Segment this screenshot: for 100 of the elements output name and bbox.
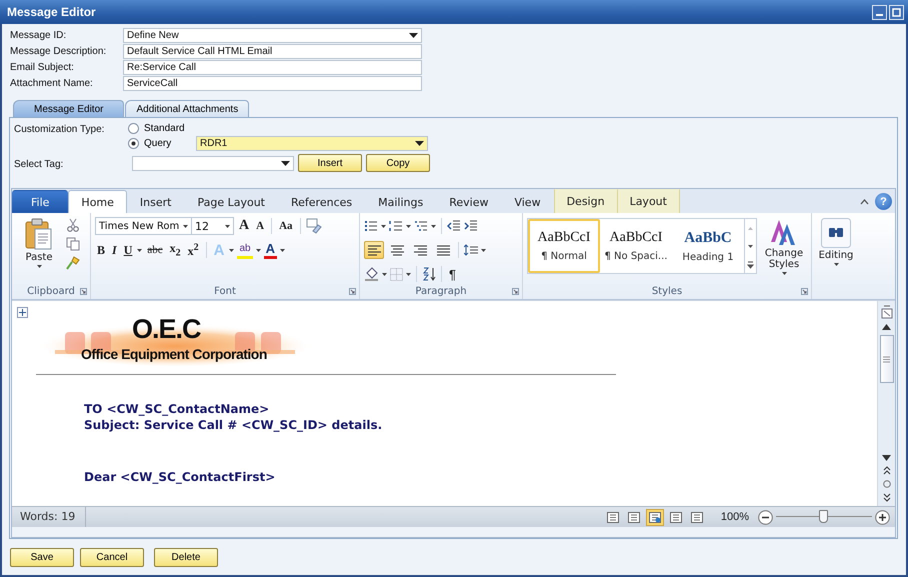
caret-icon — [406, 272, 411, 276]
action-button[interactable]: Insert — [298, 154, 362, 172]
zoom-out-icon[interactable] — [758, 510, 773, 524]
ribbon-tab[interactable]: Review — [436, 190, 502, 213]
radio-button[interactable]: Standard — [128, 123, 196, 134]
action-button[interactable]: Cancel — [80, 548, 144, 566]
dropdown-field[interactable]: Define New — [123, 28, 422, 43]
ribbon-tab[interactable]: Insert — [126, 190, 184, 213]
font-name-combobox[interactable]: Times New Rom — [95, 217, 192, 235]
scroll-thumb[interactable] — [880, 335, 894, 383]
numbering-icon[interactable] — [389, 220, 403, 232]
page-view-icon — [606, 512, 619, 522]
copy-icon[interactable] — [66, 237, 80, 251]
field-label: Message ID: — [10, 30, 68, 41]
underline-button[interactable]: U — [122, 241, 134, 259]
action-button[interactable]: Copy — [366, 154, 430, 172]
bullets-icon[interactable] — [364, 220, 378, 232]
ribbon-tab[interactable]: Layout — [618, 189, 680, 213]
scroll-up-icon[interactable] — [882, 324, 891, 330]
ribbon-tab[interactable]: Mailings — [365, 190, 436, 213]
web-layout-button[interactable] — [646, 508, 664, 526]
tab[interactable]: Additional Attachments — [125, 100, 250, 117]
window-title: Message Editor — [7, 5, 96, 19]
scissors-icon[interactable] — [66, 218, 80, 232]
close-button[interactable] — [889, 4, 904, 20]
caret-icon — [782, 272, 786, 275]
dialog-launcher-icon[interactable] — [512, 288, 519, 295]
action-button[interactable]: Save — [10, 548, 74, 566]
ribbon-tab[interactable]: Home — [68, 190, 127, 213]
alignment-icon — [390, 244, 404, 256]
previous-page-icon[interactable] — [882, 466, 890, 475]
field-label: Select Tag: — [13, 158, 64, 170]
group-label: Paragraph — [415, 286, 467, 297]
page-view-icon — [648, 512, 661, 522]
collapse-icon[interactable] — [860, 198, 869, 204]
caret-icon — [381, 224, 386, 228]
superscript-button[interactable]: x$^{2}$ — [186, 241, 201, 259]
radio-icon — [128, 123, 139, 134]
dialog-launcher-icon[interactable] — [80, 288, 87, 295]
increase-indent-icon[interactable] — [464, 220, 478, 232]
document-text: Subject: Service Call # <CW_SC_ID> details. — [84, 417, 384, 433]
paste-button[interactable]: Paste — [16, 216, 62, 284]
caret-icon — [137, 248, 142, 252]
align-left-button[interactable] — [364, 241, 384, 259]
action-button[interactable]: Delete — [154, 548, 218, 566]
shrink-font-button[interactable]: A — [254, 217, 266, 235]
multilevel-list-icon[interactable] — [414, 220, 428, 232]
sort-icon[interactable] — [422, 267, 436, 281]
caret-icon — [382, 272, 387, 276]
dropdown-field[interactable] — [132, 156, 294, 170]
dialog-launcher-icon[interactable] — [801, 288, 808, 295]
text-field[interactable]: Re:Service Call — [123, 60, 422, 75]
bold-button[interactable]: B — [95, 241, 108, 259]
next-page-icon[interactable] — [882, 493, 890, 502]
caret-icon — [183, 224, 188, 228]
eraser-icon[interactable] — [306, 218, 322, 234]
minimize-button[interactable] — [872, 4, 887, 20]
zoom-in-icon[interactable] — [875, 510, 890, 524]
caret-icon — [409, 33, 418, 38]
strikethrough-button[interactable]: abc — [145, 241, 165, 259]
field-label: Email Subject: — [10, 62, 75, 73]
ribbon-tab[interactable]: View — [501, 190, 554, 213]
caret-icon — [834, 263, 838, 266]
change-case-button[interactable]: Aa — [277, 217, 295, 235]
paint-bucket-icon[interactable] — [364, 267, 379, 281]
scroll-down-icon[interactable] — [882, 455, 891, 461]
tab[interactable]: Message Editor — [13, 100, 124, 117]
subscript-button[interactable]: x$_{2}$ — [168, 241, 183, 259]
editing-button[interactable]: Editing — [816, 216, 856, 284]
highlight-button[interactable]: ab — [237, 241, 253, 259]
ribbon-tab[interactable]: Page Layout — [184, 190, 278, 213]
text-field[interactable]: Default Service Call HTML Email — [123, 44, 422, 59]
word-count: Words: 19 — [12, 507, 86, 527]
change-styles-button[interactable]: Change Styles — [761, 216, 807, 284]
dialog-launcher-icon[interactable] — [349, 288, 356, 295]
move-handle-icon[interactable] — [17, 307, 28, 318]
font-size-combobox[interactable]: 12 — [191, 217, 234, 235]
caret-icon — [229, 248, 234, 252]
ruler-icon[interactable] — [880, 305, 892, 319]
file-tab[interactable]: File — [12, 190, 68, 213]
paintbrush-icon[interactable] — [66, 256, 80, 270]
dropdown-field[interactable]: RDR1 — [196, 136, 428, 151]
line-spacing-icon[interactable] — [464, 244, 478, 256]
radio-button[interactable]: Query — [128, 138, 196, 149]
show-formatting-button[interactable]: ¶ — [447, 265, 458, 283]
caret-icon — [36, 265, 42, 268]
italic-button[interactable]: I — [110, 241, 119, 259]
style-item[interactable]: AaBbCcI ¶ Normal — [528, 219, 600, 273]
grow-font-button[interactable]: A — [237, 217, 252, 235]
decrease-indent-icon[interactable] — [447, 220, 461, 232]
caret-icon — [280, 248, 285, 252]
browse-object-icon[interactable] — [882, 480, 890, 488]
document-text: TO <CW_SC_ContactName> — [84, 401, 270, 417]
scrollbar[interactable] — [877, 301, 895, 506]
ribbon-tab[interactable]: Design — [554, 189, 618, 213]
text-field[interactable]: ServiceCall — [123, 76, 422, 91]
page-view-icon — [690, 512, 703, 522]
ribbon-tab[interactable]: References — [278, 190, 366, 213]
font-color-button[interactable]: A — [264, 241, 277, 259]
field-label: Customization Type: — [13, 123, 106, 137]
